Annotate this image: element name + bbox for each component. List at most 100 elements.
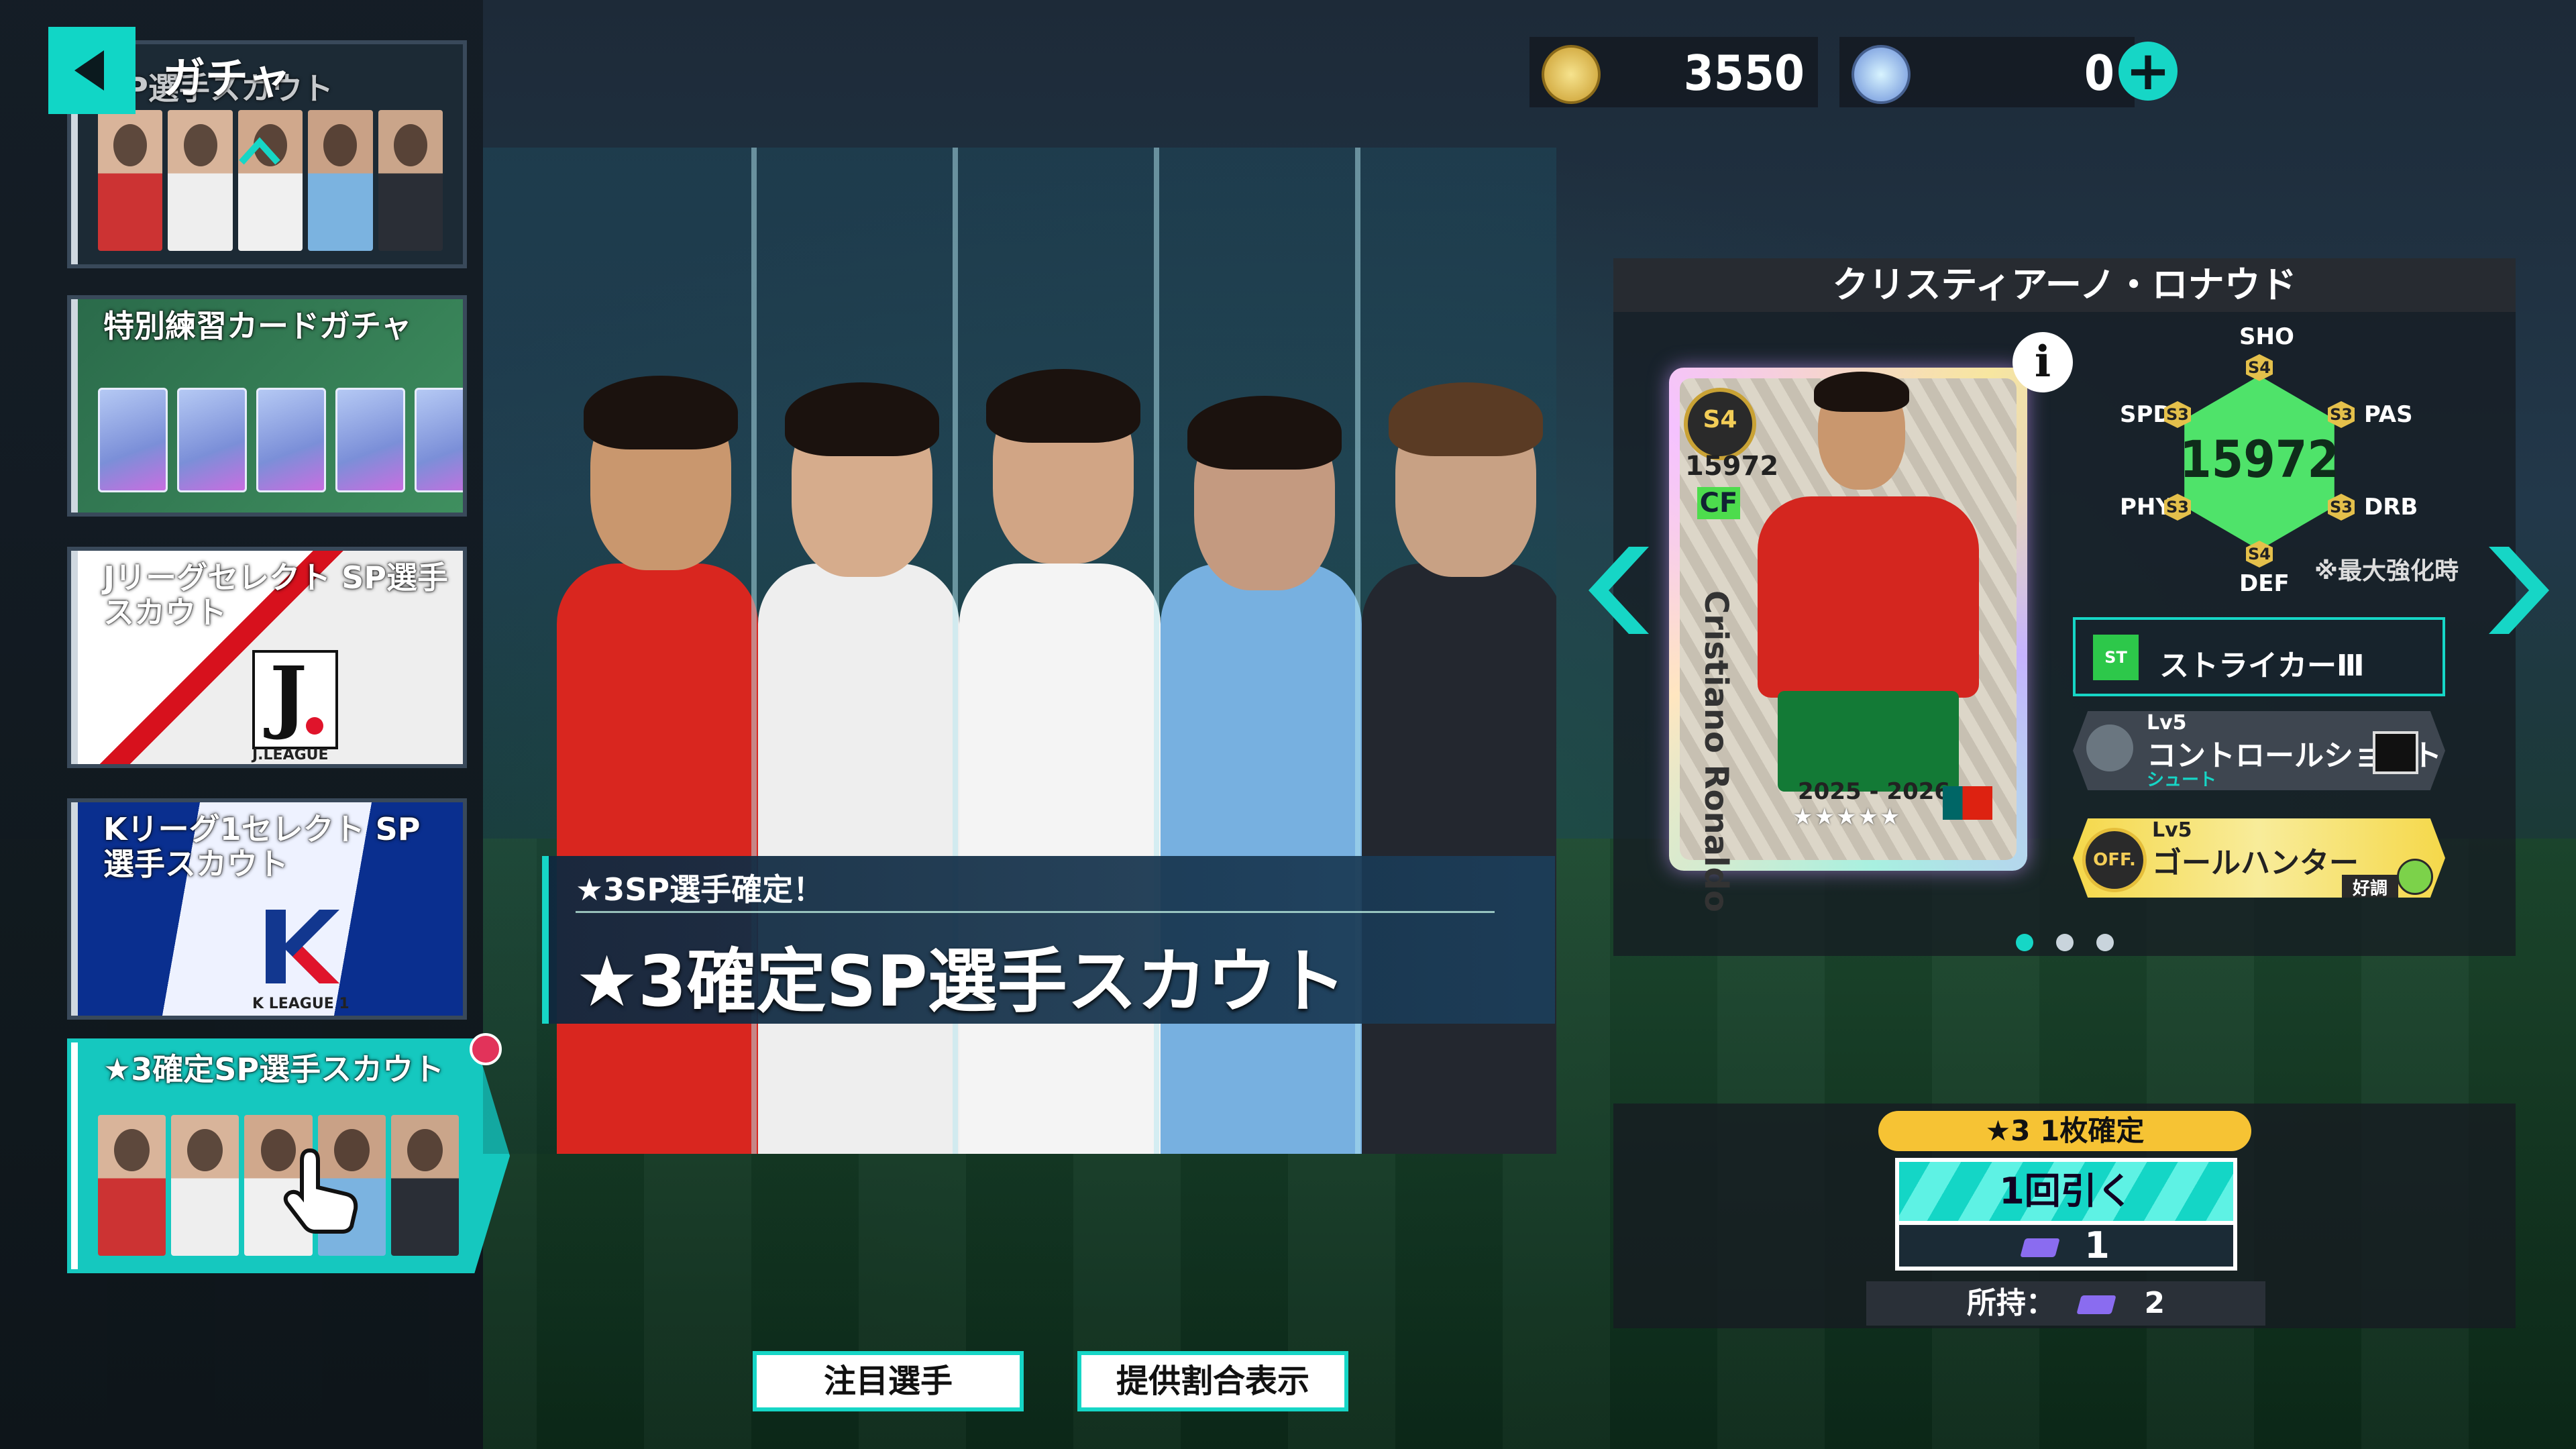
ticket-icon (2076, 1295, 2116, 1314)
player-thumb (98, 1115, 166, 1256)
gem-icon (1851, 45, 1911, 104)
training-card (415, 388, 463, 492)
skill-goal-hunter[interactable]: OFF. Lv5 ゴールハンター 好調 (2073, 818, 2445, 898)
player-figure (557, 362, 771, 1154)
skill-control-shot[interactable]: Lv5 コントロールショット シュート (2073, 711, 2445, 790)
player-thumb (390, 1115, 460, 1256)
overall-rating: 15972 (2180, 429, 2339, 489)
player-hair (785, 382, 939, 456)
ticket-icon (2020, 1238, 2060, 1258)
banner-divider-line (576, 911, 1495, 913)
pager-dot[interactable] (2096, 934, 2114, 951)
drop-rates-button[interactable]: 提供割合表示 (1077, 1351, 1348, 1411)
training-card (335, 388, 405, 492)
pull-button-label: 1回引く (1899, 1162, 2233, 1221)
owned-label: 所持： (1966, 1286, 2055, 1320)
player-thumb (168, 110, 233, 251)
card-overall: 15972 (1685, 451, 1779, 482)
screen-title: ガチャ (162, 54, 291, 104)
card-player-name: Cristiano Ronaldo (1697, 590, 1735, 912)
pager-dot[interactable] (2056, 934, 2074, 951)
training-card (98, 388, 168, 492)
player-figure (1161, 362, 1362, 1154)
offense-badge-icon: OFF. (2082, 828, 2147, 892)
player-hair (1389, 382, 1543, 456)
coin-amount: 3550 (1683, 45, 1805, 101)
shoot-icon (2086, 724, 2133, 771)
item-edge (71, 299, 78, 513)
skill-label: ゴールハンター (2152, 846, 2359, 880)
player-figure (959, 362, 1161, 1154)
sidebar-item-label: ★3確定SP選手スカウト (103, 1051, 445, 1087)
card-shorts (1778, 691, 1959, 792)
sidebar-item-label: 特別練習カードガチャ (103, 308, 412, 344)
back-button[interactable] (48, 27, 136, 114)
card-position: CF (1697, 487, 1740, 519)
rank-badge: S4 (1684, 388, 1756, 460)
training-cards (98, 388, 463, 492)
sidebar-item-label: Jリーグセレクト SP選手スカウト (103, 559, 448, 631)
player-thumb (171, 1115, 239, 1256)
add-gems-button[interactable]: + (2118, 42, 2178, 101)
sidebar-item-kleague-scout[interactable]: Kリーグ1セレクト SP選手スカウト K LEAGUE 1 (67, 798, 467, 1020)
stat-spd-label: SPD (2120, 401, 2172, 428)
featured-players-button[interactable]: 注目選手 (753, 1351, 1024, 1411)
player-hair (986, 369, 1140, 443)
skill-label: ストライカーⅢ (2159, 649, 2365, 683)
pager-dot[interactable] (2016, 934, 2033, 951)
info-button[interactable]: i (2012, 332, 2073, 392)
banner-subtitle: ★3SP選手確定！ (576, 871, 824, 908)
notification-badge (470, 1033, 502, 1065)
player-name: クリスティアーノ・ロナウド (1613, 258, 2516, 312)
goal-icon (2373, 731, 2418, 774)
skill-striker[interactable]: ST ストライカーⅢ (2073, 617, 2445, 696)
jleague-logo (252, 649, 338, 749)
owned-tickets: 所持： 2 (1866, 1281, 2265, 1326)
condition-label: 好調 (2341, 875, 2398, 898)
player-figure (1362, 362, 1556, 1154)
player-thumb (308, 110, 373, 251)
training-card (256, 388, 326, 492)
prev-player-arrow-icon[interactable] (1582, 543, 1656, 637)
next-player-arrow-icon[interactable] (2482, 543, 2556, 637)
player-thumb (98, 110, 163, 251)
sidebar-item-jleague-scout[interactable]: Jリーグセレクト SP選手スカウト J.LEAGUE (67, 547, 467, 768)
gold-coin-icon (1542, 45, 1601, 104)
portugal-flag-icon (1943, 786, 1992, 820)
stat-sho-label: SHO (2239, 323, 2294, 350)
striker-tag-icon: ST (2093, 635, 2139, 680)
stat-def-label: DEF (2239, 570, 2290, 597)
card-shirt (1758, 496, 1979, 698)
pull-once-button[interactable]: 1回引く 1 (1895, 1158, 2237, 1271)
training-card (177, 388, 247, 492)
sidebar-item-label: Kリーグ1セレクト SP選手スカウト (103, 811, 421, 882)
card-pager (2016, 934, 2114, 951)
card-stars: ★★★★★ (1792, 804, 1902, 830)
player-thumb (378, 110, 443, 251)
pull-cost-value: 1 (2084, 1224, 2110, 1267)
player-hair (584, 376, 738, 449)
kleague-logo (266, 910, 339, 983)
stat-drb-label: DRB (2364, 494, 2418, 521)
kleague-logo-text: K LEAGUE 1 (252, 996, 350, 1012)
skill-sub: シュート (2147, 770, 2217, 790)
gem-amount: 0 (2084, 45, 2114, 101)
pull-cost: 1 (1899, 1225, 2233, 1267)
banner-title: ★3確定SP選手スカウト (576, 941, 1346, 1022)
card-season: 2025 - 2026 (1798, 778, 1951, 805)
max-enhance-note: ※最大強化時 (2314, 557, 2459, 585)
player-hair (1187, 396, 1342, 470)
plus-icon: + (2125, 40, 2171, 102)
jleague-logo-text: J.LEAGUE (252, 747, 329, 763)
scroll-up-chevron-icon[interactable] (236, 127, 283, 174)
card-player-figure (1758, 372, 1979, 812)
sidebar-item-training-card-gacha[interactable]: 特別練習カードガチャ (67, 295, 467, 517)
player-thumbnails (98, 1115, 460, 1256)
player-figure (758, 362, 959, 1154)
good-condition-smile-icon (2397, 859, 2433, 895)
stat-pas-label: PAS (2364, 401, 2413, 428)
owned-count: 2 (2144, 1286, 2165, 1320)
back-arrow-icon (74, 50, 104, 91)
guarantee-tag: ★3 1枚確定 (1878, 1111, 2251, 1151)
coin-counter: 3550 (1529, 37, 1818, 107)
